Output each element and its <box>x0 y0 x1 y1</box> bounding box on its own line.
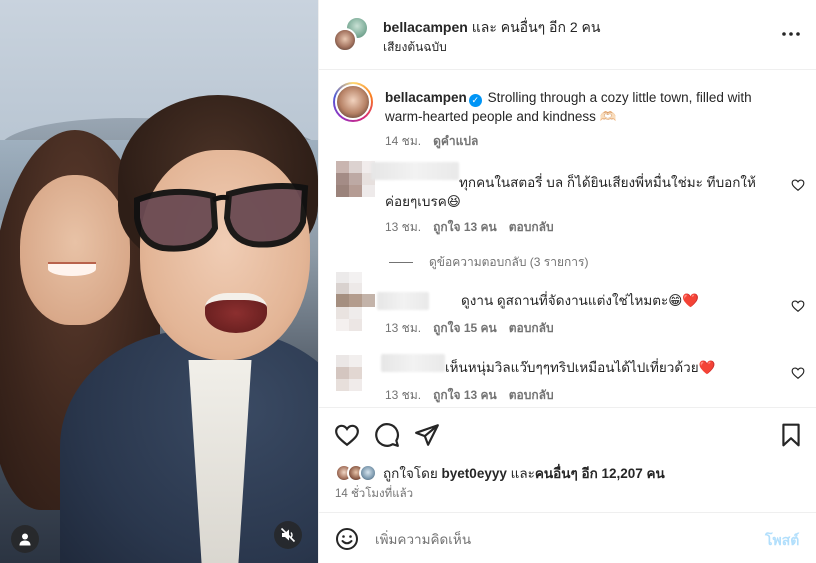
post-dialog: bellacampen และ คนอื่นๆ อีก 2 คน เสียงต้… <box>0 0 816 563</box>
comment-like-heart-icon[interactable] <box>791 366 805 380</box>
comment-time[interactable]: 13 ชม. <box>385 388 421 402</box>
avatar <box>359 464 377 482</box>
header-username[interactable]: bellacampen <box>383 19 468 35</box>
muted-speaker-icon <box>280 527 296 543</box>
comment-like-heart-icon[interactable] <box>791 299 805 313</box>
video-person-left-face <box>20 175 130 325</box>
post-button[interactable]: โพสต์ <box>765 530 799 552</box>
post-timestamp[interactable]: 14 ชั่วโมงที่แล้ว <box>335 485 413 503</box>
caption-username[interactable]: bellacampen <box>385 90 467 105</box>
comment-icon[interactable] <box>374 422 400 448</box>
reply-button[interactable]: ตอบกลับ <box>509 388 554 402</box>
emoji-icon[interactable] <box>335 527 359 551</box>
liked-by-user[interactable]: byet0eyyy <box>442 466 507 481</box>
blurred-username <box>381 354 445 372</box>
bookmark-icon[interactable] <box>778 422 804 448</box>
view-replies-label: ดูข้อความตอบกลับ (3 รายการ) <box>429 255 589 269</box>
user-icon <box>19 533 31 546</box>
header-title: bellacampen และ คนอื่นๆ อีก 2 คน <box>383 17 600 39</box>
comment-text: เห็นหนุ่มวิลแว๊บๆๆทริปเหมือนได้ไปเที่ยวด… <box>445 360 716 375</box>
comment-avatar[interactable] <box>336 272 375 338</box>
liked-by-middle: และ <box>510 466 535 481</box>
post-video[interactable] <box>0 0 318 563</box>
audio-label[interactable]: เสียงต้นฉบับ <box>383 38 447 57</box>
comment-like-heart-icon[interactable] <box>791 178 805 192</box>
comment-input[interactable] <box>375 527 735 551</box>
reply-button[interactable]: ตอบกลับ <box>509 321 554 335</box>
mute-button[interactable] <box>274 521 302 549</box>
comment-avatar[interactable] <box>336 161 375 207</box>
likes-summary: ถูกใจโดย byet0eyyy และคนอื่นๆ อีก 12,207… <box>335 462 665 484</box>
verified-badge-icon: ✓ <box>468 94 482 107</box>
more-horizontal-icon <box>782 32 800 36</box>
video-person-right-mouth <box>205 293 267 333</box>
send-icon[interactable] <box>414 422 440 448</box>
comment-likes[interactable]: ถูกใจ 15 คน <box>433 321 497 335</box>
user-tag-button[interactable] <box>11 525 39 553</box>
add-comment-bar: โพสต์ <box>319 512 816 563</box>
comment-meta: 13 ชม. ถูกใจ 13 คน ตอบกลับ <box>385 386 554 405</box>
likes-text: ถูกใจโดย byet0eyyy และคนอื่นๆ อีก 12,207… <box>383 462 665 484</box>
caption: bellacampen ✓ Strolling through a cozy li… <box>385 88 785 126</box>
translate-link[interactable]: ดูคำแปล <box>433 134 478 148</box>
comment-meta: 13 ชม. ถูกใจ 13 คน ตอบกลับ <box>385 218 554 237</box>
comment-meta: 13 ชม. ถูกใจ 15 คน ตอบกลับ <box>385 319 554 338</box>
comment-likes[interactable]: ถูกใจ 13 คน <box>433 220 497 234</box>
post-side-panel: bellacampen และ คนอื่นๆ อีก 2 คน เสียงต้… <box>318 0 816 563</box>
post-header: bellacampen และ คนอื่นๆ อีก 2 คน เสียงต้… <box>319 0 816 70</box>
liked-by-prefix: ถูกใจโดย <box>383 466 438 481</box>
comment-text: ทุกคนในสตอรี่ บล ก็ได้ยินเสียงพี่หมื่นใช… <box>385 175 756 209</box>
caption-time[interactable]: 14 ชม. <box>385 134 421 148</box>
collab-avatars[interactable] <box>333 16 369 52</box>
comment-time[interactable]: 13 ชม. <box>385 321 421 335</box>
video-sunglasses <box>134 183 309 252</box>
comment-avatar[interactable] <box>336 355 374 391</box>
caption-avatar[interactable] <box>333 82 373 122</box>
view-replies-button[interactable]: ดูข้อความตอบกลับ (3 รายการ) <box>389 253 588 272</box>
avatar <box>335 84 371 120</box>
liked-by-others[interactable]: คนอื่นๆ อีก 12,207 คน <box>535 466 665 481</box>
caption-meta: 14 ชม. ดูคำแปล <box>385 132 478 151</box>
heart-icon[interactable] <box>334 422 360 448</box>
comment-likes[interactable]: ถูกใจ 13 คน <box>433 388 497 402</box>
comment-text: ดูงาน ดูสถานที่จัดงานแต่งใช่ไหมตะ😁❤️ <box>461 293 700 308</box>
more-options-button[interactable] <box>779 22 803 46</box>
header-others[interactable]: และ คนอื่นๆ อีก 2 คน <box>472 19 601 35</box>
blurred-username <box>377 292 429 310</box>
reply-button[interactable]: ตอบกลับ <box>509 220 554 234</box>
avatar <box>333 28 357 52</box>
video-person-left-smile <box>48 262 96 276</box>
replies-divider <box>389 262 413 263</box>
comment-time[interactable]: 13 ชม. <box>385 220 421 234</box>
